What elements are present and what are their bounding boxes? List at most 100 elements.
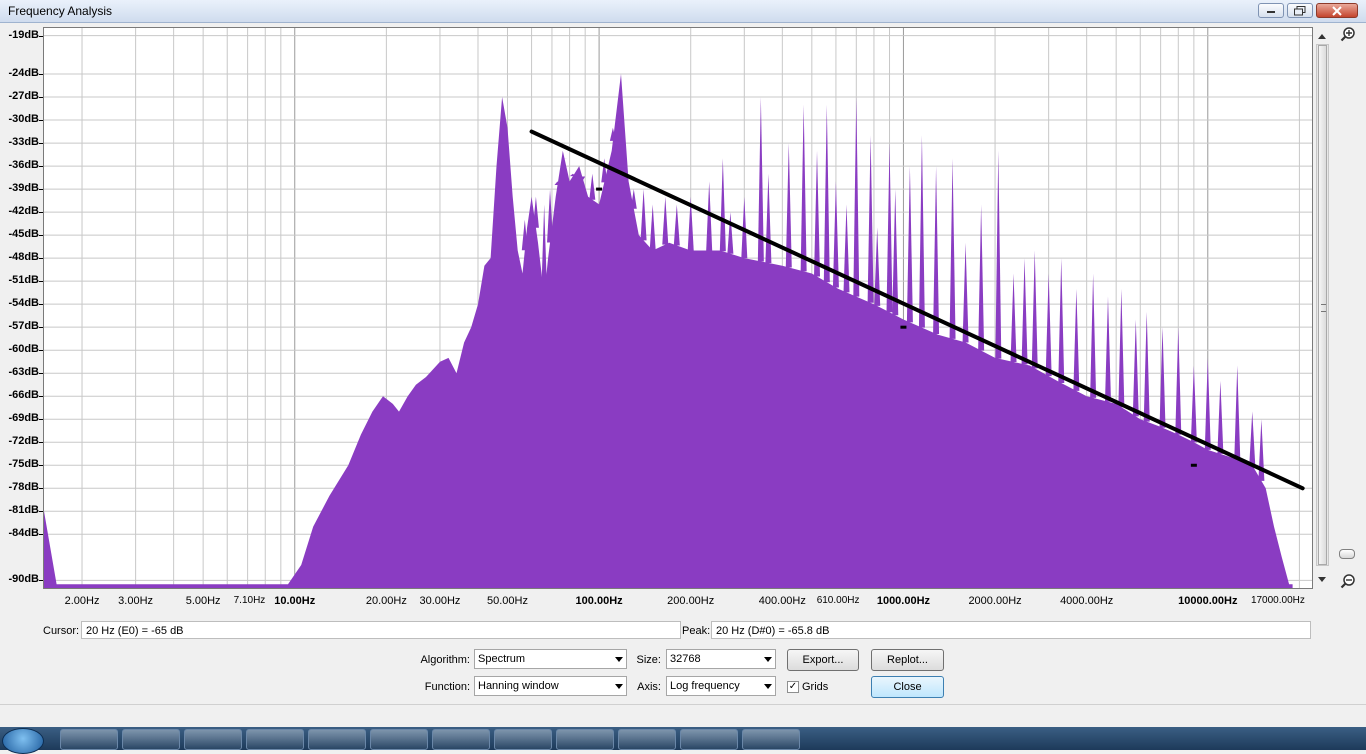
spectrum-peak — [641, 189, 647, 240]
taskbar-app-button[interactable] — [246, 729, 304, 750]
spectrum-peak — [919, 135, 925, 327]
zoom-in-icon[interactable] — [1340, 26, 1356, 42]
cursor-label: Cursor: — [43, 625, 79, 637]
x-tick-label: 3.00Hz — [118, 595, 153, 607]
spectrum-peak — [950, 158, 956, 338]
grids-label: Grids — [802, 681, 828, 693]
axis-value: Log frequency — [670, 680, 740, 692]
spectrum-peak — [727, 212, 733, 254]
close-window-button[interactable] — [1316, 3, 1358, 18]
spectrum-peak — [1011, 273, 1017, 361]
size-value: 32768 — [670, 653, 701, 665]
spectrum-peak — [589, 174, 595, 200]
x-tick-label: 610.00Hz — [817, 595, 860, 606]
taskbar-app-button[interactable] — [742, 729, 800, 750]
cursor-readout: 20 Hz (E0) = -65 dB — [81, 621, 681, 639]
cursor-marker — [900, 326, 906, 329]
zoom-slider-knob[interactable] — [1339, 549, 1355, 559]
spectrum-peak — [868, 135, 874, 302]
spectrum-svg[interactable] — [44, 28, 1312, 588]
y-tick-label: -69dB — [0, 412, 39, 424]
peak-readout: 20 Hz (D#0) = -65.8 dB — [711, 621, 1311, 639]
x-tick-label: 20.00Hz — [366, 595, 407, 607]
size-label: Size: — [630, 654, 661, 666]
cursor-marker — [596, 188, 602, 191]
vertical-scrollbar[interactable] — [1316, 44, 1329, 566]
spectrum-peak — [995, 151, 1001, 359]
taskbar-app-button[interactable] — [184, 729, 242, 750]
y-tick-label: -84dB — [0, 527, 39, 539]
spectrum-peak — [933, 166, 939, 334]
y-tick-label: -75dB — [0, 458, 39, 470]
y-tick-label: -24dB — [0, 67, 39, 79]
x-tick-label: 4000.00Hz — [1060, 595, 1113, 607]
spectrum-peak — [662, 197, 668, 245]
y-tick-label: -33dB — [0, 136, 39, 148]
x-tick-label: 200.00Hz — [667, 595, 714, 607]
taskbar-app-button[interactable] — [618, 729, 676, 750]
export-button[interactable]: Export... — [787, 649, 859, 671]
spectrum-peak — [1175, 327, 1181, 434]
taskbar-app-button[interactable] — [370, 729, 428, 750]
y-tick-label: -48dB — [0, 251, 39, 263]
spectrum-peak — [1032, 250, 1038, 368]
x-tick-label: 30.00Hz — [419, 595, 460, 607]
taskbar-app-button[interactable] — [308, 729, 366, 750]
status-bar — [0, 704, 1366, 727]
chevron-down-icon — [764, 657, 772, 662]
chevron-down-icon — [764, 684, 772, 689]
spectrum-peak — [1022, 258, 1028, 364]
scroll-down-icon[interactable] — [1317, 576, 1327, 584]
cursor-marker — [1191, 464, 1197, 467]
scrollbar-thumb[interactable] — [1318, 45, 1327, 565]
spectrum-peak — [978, 204, 984, 350]
spectrum-peak — [1058, 258, 1064, 383]
spectrum-peak — [601, 158, 607, 182]
taskbar-app-button[interactable] — [122, 729, 180, 750]
spectrum-peak — [801, 105, 807, 272]
x-tick-label: 100.00Hz — [576, 595, 623, 607]
taskbar-app-button[interactable] — [680, 729, 738, 750]
grids-checkbox[interactable]: ✓ — [787, 681, 799, 693]
y-tick-label: -78dB — [0, 481, 39, 493]
spectrum-peak — [892, 189, 898, 315]
algorithm-value: Spectrum — [478, 653, 525, 665]
spectrum-peak — [720, 158, 726, 251]
taskbar-app-button[interactable] — [556, 729, 614, 750]
y-tick-label: -63dB — [0, 366, 39, 378]
taskbar-app-button[interactable] — [494, 729, 552, 750]
minimize-icon — [1266, 8, 1276, 14]
function-select[interactable]: Hanning window — [474, 676, 627, 696]
x-tick-label: 2000.00Hz — [968, 595, 1021, 607]
axis-select[interactable]: Log frequency — [666, 676, 776, 696]
restore-icon — [1294, 6, 1306, 16]
replot-button[interactable]: Replot... — [871, 649, 944, 671]
taskbar-app-button[interactable] — [432, 729, 490, 750]
y-tick-label: -45dB — [0, 228, 39, 240]
algorithm-select[interactable]: Spectrum — [474, 649, 627, 669]
zoom-out-icon[interactable] — [1340, 573, 1356, 589]
y-tick-label: -60dB — [0, 343, 39, 355]
start-button[interactable] — [2, 728, 44, 754]
restore-button[interactable] — [1287, 3, 1313, 18]
x-tick-label: 17000.00Hz — [1251, 595, 1305, 606]
spectrum-peak — [814, 151, 820, 277]
x-tick-label: 10000.00Hz — [1178, 595, 1237, 607]
taskbar-app-button[interactable] — [60, 729, 118, 750]
scroll-up-icon[interactable] — [1317, 32, 1327, 40]
x-tick-label: 2.00Hz — [65, 595, 100, 607]
y-tick-label: -51dB — [0, 274, 39, 286]
close-button[interactable]: Close — [871, 676, 944, 698]
y-tick-label: -42dB — [0, 205, 39, 217]
y-tick-label: -72dB — [0, 435, 39, 447]
x-tick-label: 5.00Hz — [186, 595, 221, 607]
y-tick-label: -36dB — [0, 159, 39, 171]
spectrum-peak — [1090, 273, 1096, 397]
x-tick-label: 7.10Hz — [234, 595, 266, 606]
spectrum-plot[interactable] — [43, 27, 1313, 589]
minimize-button[interactable] — [1258, 3, 1284, 18]
function-value: Hanning window — [478, 680, 559, 692]
axis-label: Axis: — [630, 681, 661, 693]
size-select[interactable]: 32768 — [666, 649, 776, 669]
chevron-down-icon — [615, 684, 623, 689]
